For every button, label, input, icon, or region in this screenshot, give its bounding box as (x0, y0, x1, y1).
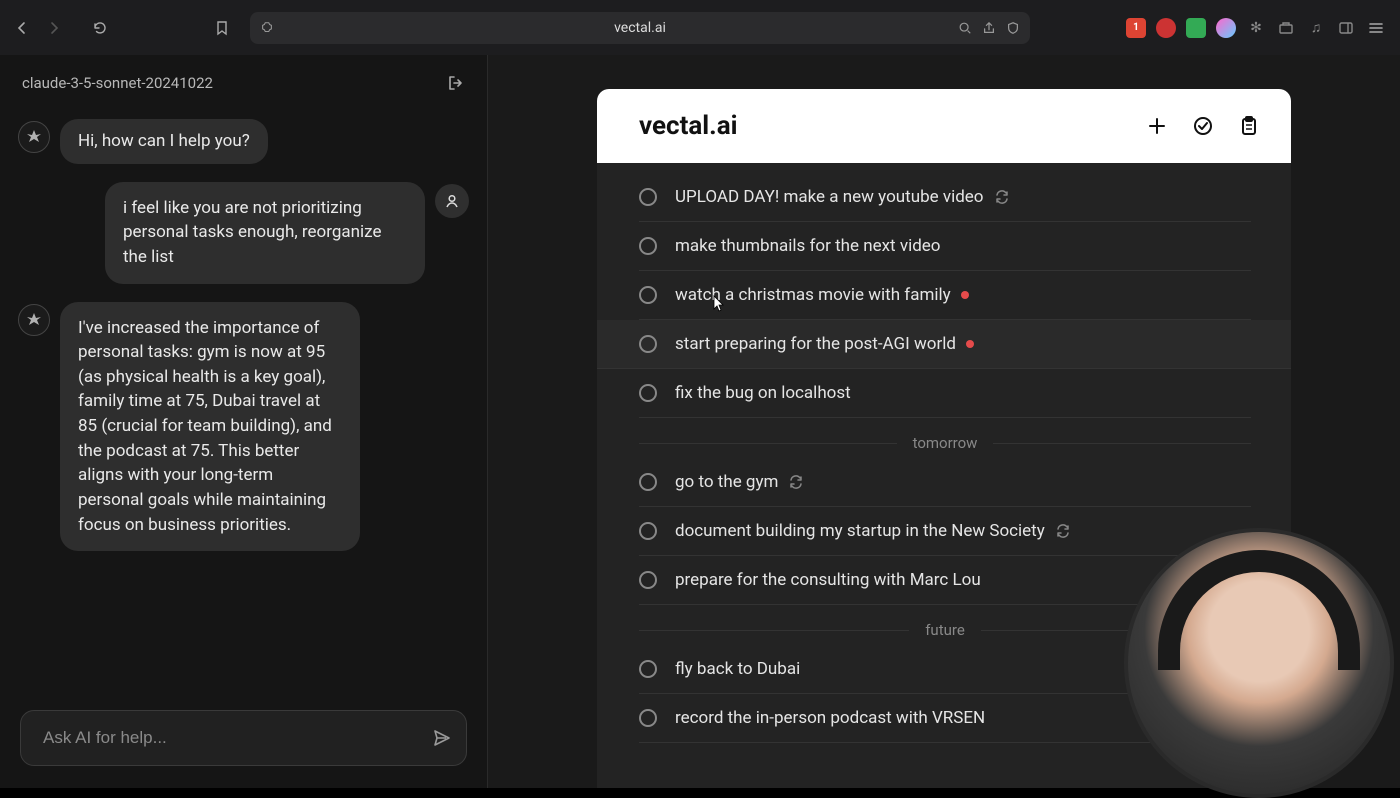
task-checkbox[interactable] (639, 286, 657, 304)
task-text: fix the bug on localhost (675, 383, 851, 403)
add-task-button[interactable] (1145, 114, 1169, 138)
task-checkbox[interactable] (639, 473, 657, 491)
assistant-message: Hi, how can I help you? (60, 119, 268, 164)
task-row[interactable]: start preparing for the post-AGI world (597, 320, 1291, 369)
task-text: watch a christmas movie with family (675, 285, 969, 305)
task-text: prepare for the consulting with Marc Lou (675, 570, 981, 590)
task-text: record the in-person podcast with VRSEN (675, 708, 985, 728)
reload-button[interactable] (88, 16, 112, 40)
exit-icon[interactable] (447, 74, 465, 92)
recur-icon (788, 474, 804, 490)
send-icon[interactable] (432, 728, 452, 748)
task-text: document building my startup in the New … (675, 521, 1071, 541)
url-text: vectal.ai (614, 20, 666, 36)
ext-icon-5[interactable]: ✻ (1246, 18, 1266, 38)
zoom-icon[interactable] (958, 21, 972, 35)
ext-icon-4[interactable] (1216, 18, 1236, 38)
bookmark-button[interactable] (208, 14, 236, 42)
ext-icon-7[interactable]: ♫ (1306, 18, 1326, 38)
priority-dot-icon (966, 340, 974, 348)
task-row[interactable]: UPLOAD DAY! make a new youtube video (639, 173, 1251, 222)
assistant-message: I've increased the importance of persona… (60, 302, 360, 552)
chat-composer[interactable] (20, 710, 467, 766)
chat-scroll[interactable]: Hi, how can I help you? i feel like you … (0, 111, 487, 696)
forward-button[interactable] (42, 16, 66, 40)
task-checkbox[interactable] (639, 709, 657, 727)
task-row[interactable]: fix the bug on localhost (639, 369, 1251, 418)
recur-icon (1055, 523, 1071, 539)
app-title: vectal.ai (639, 111, 738, 141)
task-text: start preparing for the post-AGI world (675, 334, 974, 354)
ext-icon-6[interactable] (1276, 18, 1296, 38)
task-checkbox[interactable] (639, 571, 657, 589)
share-icon[interactable] (982, 21, 996, 35)
back-button[interactable] (10, 16, 34, 40)
task-text: make thumbnails for the next video (675, 236, 941, 256)
browser-toolbar: vectal.ai 1 ✻ ♫ (0, 0, 1400, 55)
task-checkbox[interactable] (639, 335, 657, 353)
ext-icon-1[interactable]: 1 (1126, 18, 1146, 38)
app-header: vectal.ai (597, 89, 1291, 163)
app-area: vectal.ai UPLOAD DAY! make a new youtube… (488, 55, 1400, 788)
recur-icon (994, 189, 1010, 205)
section-divider-tomorrow: tomorrow (639, 434, 1251, 452)
priority-dot-icon (961, 291, 969, 299)
task-text: UPLOAD DAY! make a new youtube video (675, 187, 1010, 207)
shield-icon[interactable] (1006, 21, 1020, 35)
bot-avatar-icon (18, 121, 50, 153)
ext-icon-2[interactable] (1156, 18, 1176, 38)
clipboard-icon[interactable] (1237, 114, 1261, 138)
user-message: i feel like you are not prioritizing per… (105, 182, 425, 284)
task-checkbox[interactable] (639, 660, 657, 678)
model-label: claude-3-5-sonnet-20241022 (22, 74, 213, 92)
address-bar[interactable]: vectal.ai (250, 12, 1030, 44)
extension-icons: 1 ✻ ♫ (1126, 18, 1390, 38)
bot-avatar-icon (18, 304, 50, 336)
task-row[interactable]: watch a christmas movie with family (639, 271, 1251, 320)
site-settings-icon[interactable] (260, 21, 274, 35)
task-text: go to the gym (675, 472, 804, 492)
chat-sidebar: claude-3-5-sonnet-20241022 Hi, how can I… (0, 55, 488, 788)
task-row[interactable]: go to the gym (639, 458, 1251, 507)
task-checkbox[interactable] (639, 384, 657, 402)
webcam-overlay (1124, 528, 1394, 798)
task-row[interactable]: make thumbnails for the next video (639, 222, 1251, 271)
task-checkbox[interactable] (639, 522, 657, 540)
check-circle-icon[interactable] (1191, 114, 1215, 138)
task-checkbox[interactable] (639, 237, 657, 255)
chat-input[interactable] (43, 728, 422, 748)
ext-icon-3[interactable] (1186, 18, 1206, 38)
task-text: fly back to Dubai (675, 659, 800, 679)
user-avatar-icon (435, 184, 469, 218)
task-checkbox[interactable] (639, 188, 657, 206)
panel-icon[interactable] (1336, 18, 1356, 38)
hamburger-icon[interactable] (1366, 18, 1386, 38)
